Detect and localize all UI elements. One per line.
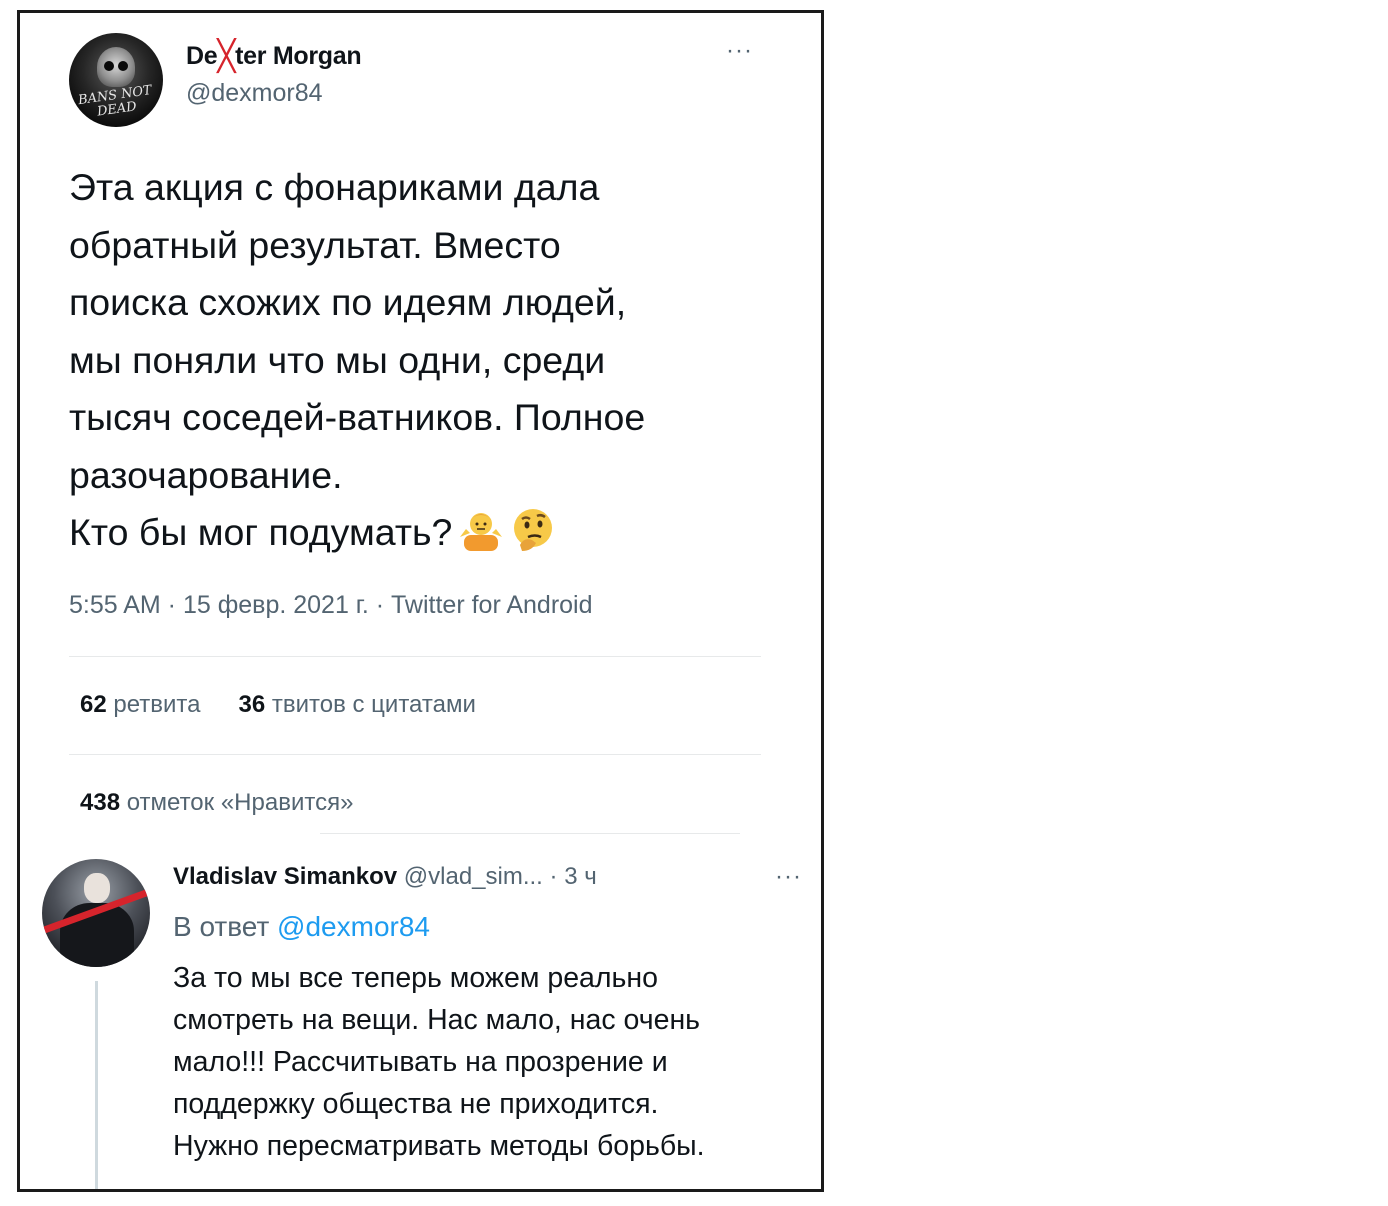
author-avatar[interactable]: BANS NOT DEAD <box>69 33 163 127</box>
retweet-stats-row: 62 ретвита 36 твитов с цитатами <box>80 691 476 719</box>
reply-time[interactable]: · 3 ч <box>550 863 597 890</box>
tweet-text: Эта акция с фонариками дала обратный рез… <box>69 159 789 570</box>
reply-to-line: В ответ @dexmor84 <box>173 911 430 942</box>
reply-author-handle[interactable]: @vlad_sim... <box>404 863 543 890</box>
avatar-caption: BANS NOT DEAD <box>77 82 153 120</box>
more-options-icon[interactable]: ··· <box>726 37 753 65</box>
author-handle[interactable]: @dexmor84 <box>186 79 323 108</box>
divider <box>69 754 761 755</box>
likes-stats-row: 438 отметок «Нравится» <box>80 789 353 817</box>
retweets-stat[interactable]: 62 ретвита <box>80 691 201 718</box>
likes-stat[interactable]: 438 отметок «Нравится» <box>80 789 353 816</box>
divider <box>69 656 761 657</box>
tweet-timestamp[interactable]: 5:55 AM · 15 февр. 2021 г. · Twitter for… <box>69 591 593 620</box>
thread-connector <box>95 981 98 1189</box>
author-name[interactable]: De╳ter Morgan <box>186 39 362 74</box>
skull-icon <box>97 47 135 87</box>
x-mark-icon: ╳ <box>217 40 236 73</box>
reply-author-avatar[interactable] <box>42 859 150 967</box>
reply-author-name[interactable]: Vladislav Simankov <box>173 863 397 890</box>
shrug-emoji-icon <box>458 507 504 570</box>
reply-header: Vladislav Simankov @vlad_sim... · 3 ч <box>173 863 597 891</box>
reply-to-mention[interactable]: @dexmor84 <box>277 911 430 942</box>
divider <box>320 833 740 834</box>
thinking-face-emoji-icon <box>510 507 556 570</box>
screenshot-frame: BANS NOT DEAD De╳ter Morgan @dexmor84 ··… <box>17 10 824 1192</box>
more-options-icon[interactable]: ··· <box>775 863 802 891</box>
reply-text: За то мы все теперь можем реально смотре… <box>173 962 705 1162</box>
quotes-stat[interactable]: 36 твитов с цитатами <box>239 691 476 718</box>
